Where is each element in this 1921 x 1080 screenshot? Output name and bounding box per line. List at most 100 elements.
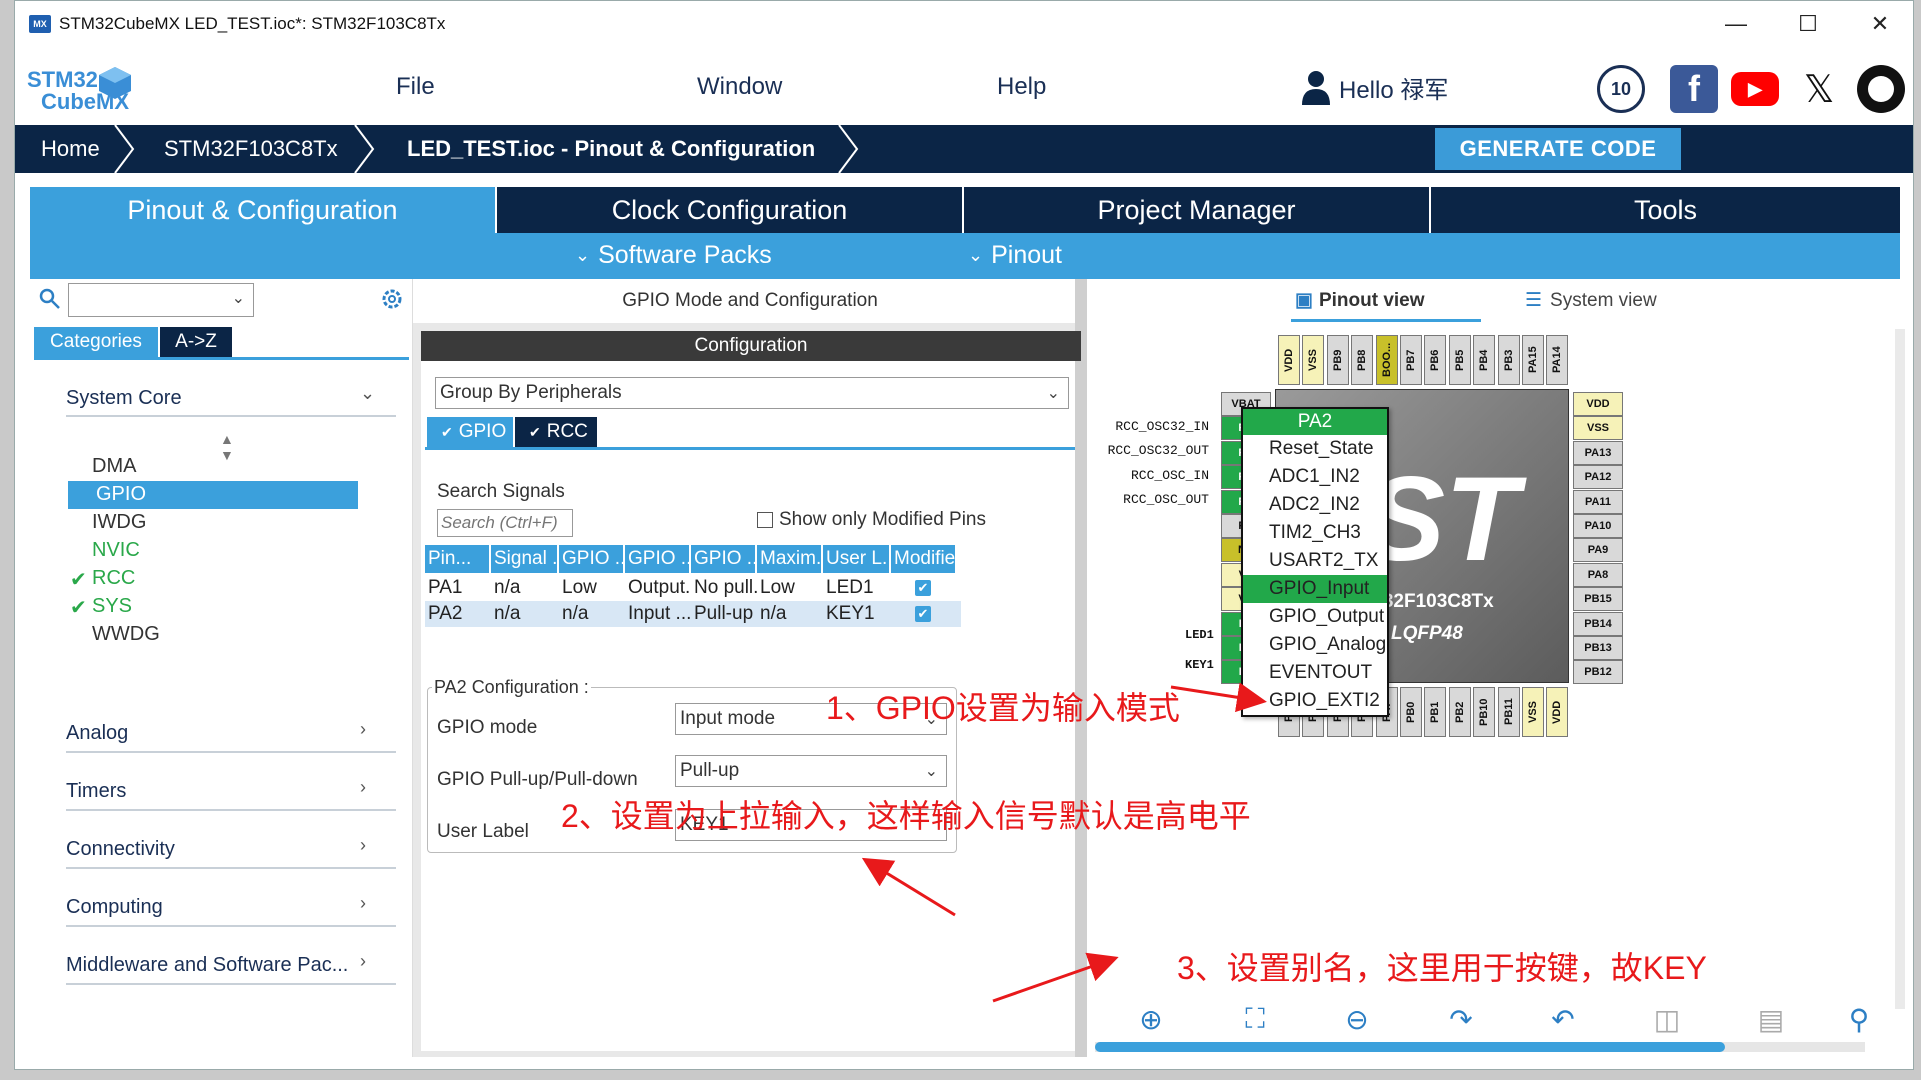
pin-vdd[interactable]: VDD — [1278, 335, 1300, 385]
zoom-in-icon[interactable]: ⊕ — [1131, 999, 1171, 1039]
pin-pb12[interactable]: PB12 — [1573, 660, 1623, 685]
split-view-icon[interactable]: ◫ — [1647, 999, 1687, 1039]
tab-categories[interactable]: Categories — [34, 327, 158, 357]
core-item-wwdg[interactable]: WWDG — [92, 623, 160, 646]
splitter[interactable] — [1075, 279, 1087, 1057]
rotate-right-icon[interactable]: ↷ — [1441, 999, 1481, 1039]
horizontal-scrollbar[interactable] — [1095, 1042, 1865, 1052]
youtube-icon[interactable]: ▶ — [1731, 65, 1779, 113]
column-header[interactable]: Signal ... — [491, 545, 559, 573]
anniversary-badge-icon[interactable]: 10 — [1597, 65, 1645, 113]
pin-pa13[interactable]: PA13 — [1573, 440, 1623, 465]
x-twitter-icon[interactable]: 𝕏 — [1795, 65, 1843, 113]
pin-vss[interactable]: VSS — [1522, 687, 1544, 737]
pin-pa11[interactable]: PA11 — [1573, 489, 1623, 514]
menu-help[interactable]: Help — [997, 73, 1046, 101]
category-analog[interactable]: Analog — [66, 722, 128, 745]
pin-pb10[interactable]: PB10 — [1473, 687, 1496, 737]
category-timers[interactable]: Timers — [66, 780, 126, 803]
pin-boo[interactable]: BOO... — [1375, 335, 1398, 385]
popup-option[interactable]: EVENTOUT — [1243, 659, 1387, 687]
vertical-scrollbar[interactable] — [1895, 329, 1905, 1009]
sort-icon[interactable]: ▲ ▼ — [220, 431, 234, 463]
pin-pa10[interactable]: PA10 — [1573, 514, 1623, 538]
column-header[interactable]: GPIO ... — [691, 545, 757, 573]
scrollbar-thumb[interactable] — [1095, 1042, 1725, 1052]
breadcrumb-mcu[interactable]: STM32F103C8Tx — [164, 125, 338, 173]
popup-option[interactable]: Reset_State — [1243, 435, 1387, 463]
popup-option[interactable]: TIM2_CH3 — [1243, 519, 1387, 547]
pin-pb14[interactable]: PB14 — [1573, 611, 1623, 636]
show-modified-checkbox[interactable]: Show only Modified Pins — [757, 509, 986, 531]
column-header[interactable]: Maxim... — [757, 545, 823, 573]
pin-pb8[interactable]: PB8 — [1351, 335, 1374, 385]
zoom-out-icon[interactable]: ⊖ — [1337, 999, 1377, 1039]
pin-pb7[interactable]: PB7 — [1400, 335, 1422, 385]
popup-option[interactable]: GPIO_Input — [1243, 575, 1387, 603]
pin-vdd[interactable]: VDD — [1546, 687, 1569, 737]
pin-pb4[interactable]: PB4 — [1473, 335, 1496, 385]
pin-pa12[interactable]: PA12 — [1573, 465, 1623, 490]
category-middleware[interactable]: Middleware and Software Pac... — [66, 954, 348, 977]
search-pin-icon[interactable]: ⚲ — [1839, 999, 1879, 1039]
core-item-rcc[interactable]: RCC — [92, 567, 135, 590]
tab-clock-configuration[interactable]: Clock Configuration — [497, 187, 964, 233]
pin-pb9[interactable]: PB9 — [1326, 335, 1349, 385]
maximize-button[interactable]: ☐ — [1772, 1, 1844, 47]
core-item-iwdg[interactable]: IWDG — [92, 511, 146, 534]
column-header[interactable]: Modified — [891, 545, 957, 573]
tab-project-manager[interactable]: Project Manager — [964, 187, 1431, 233]
pin-pb1[interactable]: PB1 — [1424, 687, 1447, 737]
category-system-core[interactable]: System Core — [66, 387, 182, 410]
pin-pb5[interactable]: PB5 — [1448, 335, 1471, 385]
close-button[interactable]: ✕ — [1844, 1, 1913, 47]
column-header[interactable]: Pin... — [425, 545, 491, 573]
pin-pb11[interactable]: PB11 — [1497, 687, 1520, 737]
mode-tab-gpio[interactable]: ✔ GPIO — [427, 417, 513, 447]
fit-screen-icon[interactable]: ⛶ — [1235, 999, 1275, 1039]
search-signals-input[interactable] — [437, 509, 573, 537]
pin-pb15[interactable]: PB15 — [1573, 587, 1623, 612]
core-item-nvic[interactable]: NVIC — [92, 539, 140, 562]
menu-window[interactable]: Window — [697, 73, 782, 101]
generate-code-button[interactable]: GENERATE CODE — [1435, 128, 1681, 170]
pinout-menu[interactable]: ⌄ Pinout — [968, 241, 1062, 270]
menu-file[interactable]: File — [396, 73, 435, 101]
software-packs-menu[interactable]: ⌄ Software Packs — [575, 241, 772, 270]
pin-pa8[interactable]: PA8 — [1573, 562, 1623, 587]
popup-option[interactable]: ADC1_IN2 — [1243, 463, 1387, 491]
pin-pb0[interactable]: PB0 — [1400, 687, 1422, 737]
column-header[interactable]: GPIO ... — [625, 545, 691, 573]
popup-option[interactable]: GPIO_Analog — [1243, 631, 1387, 659]
github-icon[interactable] — [1857, 65, 1905, 113]
core-item-sys[interactable]: SYS — [92, 595, 132, 618]
popup-option[interactable]: GPIO_EXTI2 — [1243, 687, 1387, 715]
modified-checkbox[interactable]: ✔ — [915, 606, 931, 622]
group-by-select[interactable]: Group By Peripherals ⌄ — [435, 377, 1069, 409]
pin-pb6[interactable]: PB6 — [1424, 335, 1447, 385]
tab-tools[interactable]: Tools — [1431, 187, 1900, 233]
breadcrumb-home[interactable]: Home — [41, 125, 100, 173]
layout-icon[interactable]: ▤ — [1751, 999, 1791, 1039]
core-item-gpio[interactable]: GPIO — [96, 483, 146, 506]
category-connectivity[interactable]: Connectivity — [66, 838, 175, 861]
minimize-button[interactable]: — — [1700, 1, 1772, 47]
user-menu[interactable]: Hello 禄军 — [1299, 69, 1448, 105]
pin-vss[interactable]: VSS — [1302, 335, 1325, 385]
tab-pinout-configuration[interactable]: Pinout & Configuration — [30, 187, 497, 233]
pull-select[interactable]: Pull-up ⌄ — [675, 755, 947, 787]
category-search-input[interactable]: ⌄ — [68, 283, 254, 317]
pin-pb2[interactable]: PB2 — [1448, 687, 1471, 737]
pin-pa15[interactable]: PA15 — [1522, 335, 1544, 385]
popup-option[interactable]: GPIO_Output — [1243, 603, 1387, 631]
column-header[interactable]: GPIO ... — [559, 545, 625, 573]
pin-pb3[interactable]: PB3 — [1497, 335, 1520, 385]
gear-icon[interactable] — [380, 287, 404, 311]
popup-option[interactable]: ADC2_IN2 — [1243, 491, 1387, 519]
mode-tab-rcc[interactable]: ✔ RCC — [515, 417, 597, 447]
tab-a-z[interactable]: A->Z — [160, 327, 232, 357]
pin-pa9[interactable]: PA9 — [1573, 538, 1623, 563]
popup-option[interactable]: USART2_TX — [1243, 547, 1387, 575]
pin-vss[interactable]: VSS — [1573, 416, 1623, 441]
modified-checkbox[interactable]: ✔ — [915, 580, 931, 596]
